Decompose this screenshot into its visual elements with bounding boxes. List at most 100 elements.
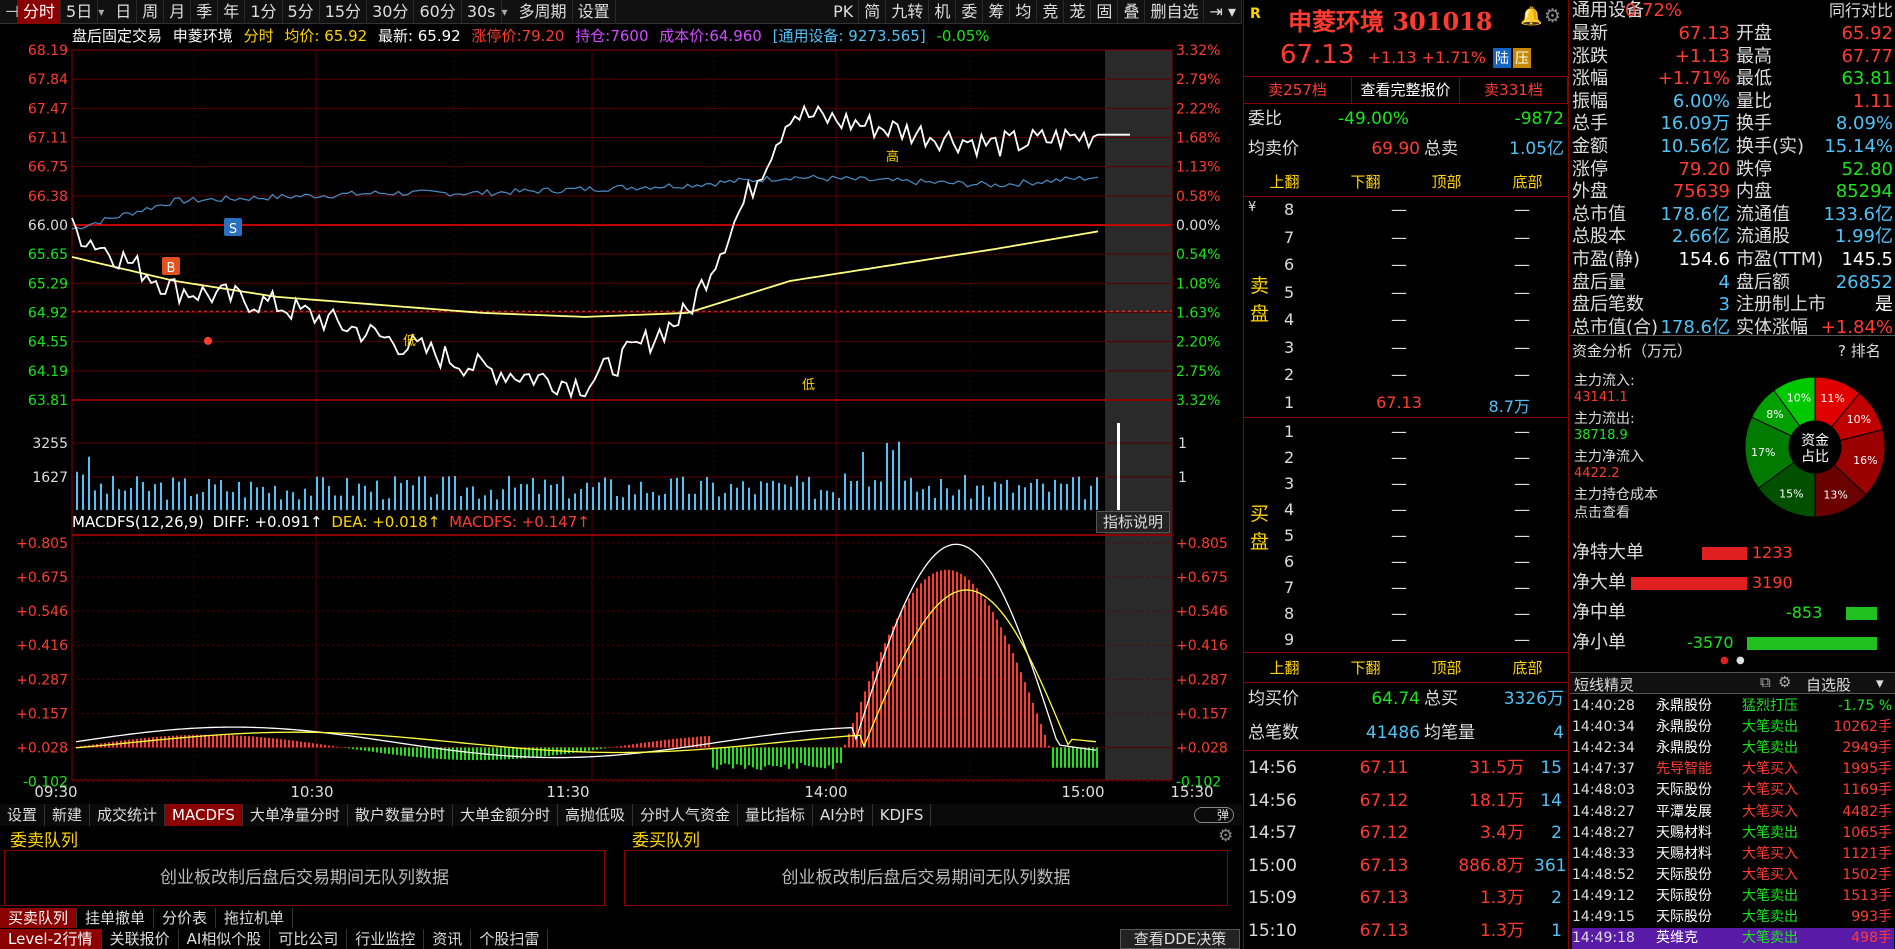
- period-tab[interactable]: 日: [110, 0, 138, 24]
- toolbar-tool[interactable]: 九转: [886, 0, 930, 24]
- tab-indicator_tabs-2[interactable]: 成交统计: [90, 804, 166, 826]
- period-tab[interactable]: 5分: [283, 0, 320, 24]
- sprite-row[interactable]: 14:49:15 天际股份 大笔卖出 993手: [1572, 907, 1894, 928]
- sprite-row[interactable]: 14:49:12 天际股份 大笔卖出 1513手: [1572, 886, 1894, 907]
- tab-bottom_tabs2-5[interactable]: 资讯: [424, 929, 472, 949]
- gear-icon[interactable]: ⚙: [1218, 826, 1233, 846]
- sprite-row[interactable]: 14:48:52 天际股份 大笔买入 1502手: [1572, 865, 1894, 886]
- toolbar-tool[interactable]: PK: [828, 0, 860, 24]
- tab-indicator_tabs-4[interactable]: 大单净量分时: [243, 804, 348, 826]
- tab-indicator_tabs-7[interactable]: 高抛低吸: [558, 804, 633, 826]
- toolbar-tool[interactable]: 竞: [1037, 0, 1065, 24]
- order-level[interactable]: 5 — —: [1244, 283, 1568, 309]
- tab-indicator_tabs-11[interactable]: KDJFS: [873, 804, 932, 826]
- period-tab[interactable]: 5日: [61, 0, 99, 24]
- sprite-row[interactable]: 14:48:03 天际股份 大笔买入 1169手: [1572, 780, 1894, 801]
- tab-bottom_tabs2-4[interactable]: 行业监控: [347, 929, 425, 949]
- sprite-row[interactable]: 14:48:27 平潭发展 大笔买入 4482手: [1572, 802, 1894, 823]
- toolbar-tool[interactable]: 均: [1010, 0, 1038, 24]
- nav-page-up[interactable]: 上翻: [1244, 170, 1325, 194]
- sprite-filter[interactable]: 自选股: [1806, 674, 1851, 695]
- left-dock-icon[interactable]: ⊣: [0, 0, 19, 24]
- order-level[interactable]: 6 — —: [1244, 255, 1568, 281]
- nav-bottom-2[interactable]: 底部: [1487, 656, 1568, 680]
- toolbar-tool[interactable]: 茏: [1064, 0, 1092, 24]
- tab-bottom_tabs1-1[interactable]: 挂单撤单: [77, 908, 155, 928]
- tab-bottom_tabs1-0[interactable]: 买卖队列: [0, 908, 78, 928]
- sell-levels-button[interactable]: 卖257档: [1244, 77, 1352, 103]
- sprite-row[interactable]: 14:47:37 先导智能 大笔买入 1995手: [1572, 759, 1894, 780]
- order-level[interactable]: 2 — —: [1244, 448, 1568, 474]
- order-level[interactable]: 4 — —: [1244, 500, 1568, 526]
- sprite-row[interactable]: 14:48:27 天赐材料 大笔卖出 1065手: [1572, 823, 1894, 844]
- nav-page-down-2[interactable]: 下翻: [1325, 656, 1406, 680]
- tab-bottom_tabs2-2[interactable]: AI相似个股: [179, 929, 271, 949]
- nav-page-down[interactable]: 下翻: [1325, 170, 1406, 194]
- main-cost-link[interactable]: 点击查看: [1574, 502, 1630, 522]
- tab-bottom_tabs2-1[interactable]: 关联报价: [102, 929, 179, 949]
- tab-bottom_tabs2-0[interactable]: Level-2行情: [0, 929, 102, 949]
- period-tab[interactable]: 1分: [245, 0, 283, 24]
- tab-indicator_tabs-0[interactable]: 设置: [0, 804, 46, 826]
- toolbar-tool[interactable]: 委: [956, 0, 984, 24]
- intraday-chart[interactable]: 68.19 3.32% 67.84 2.79% 67.47 2.22% 67.11 1.68%…: [0, 25, 1242, 804]
- order-level[interactable]: 4 — —: [1244, 310, 1568, 336]
- tab-indicator_tabs-8[interactable]: 分时人气资金: [633, 804, 738, 826]
- tab-bottom_tabs1-2[interactable]: 分价表: [154, 908, 217, 928]
- period-tab[interactable]: 月: [164, 0, 192, 24]
- sprite-row[interactable]: 14:48:33 天赐材料 大笔买入 1121手: [1572, 844, 1894, 865]
- dde-decision-button[interactable]: 查看DDE决策: [1120, 929, 1240, 949]
- period-tab[interactable]: 15分: [320, 0, 368, 24]
- nav-top[interactable]: 顶部: [1406, 170, 1487, 194]
- settings-gear-icon[interactable]: ⚙: [1544, 5, 1561, 27]
- sprite-gear-icon[interactable]: ⚙: [1778, 673, 1791, 691]
- toolbar-tool[interactable]: 固: [1091, 0, 1119, 24]
- nav-bottom[interactable]: 底部: [1487, 170, 1568, 194]
- sprite-expand-icon[interactable]: ⧉: [1760, 673, 1771, 691]
- page-dot-active[interactable]: ●: [1720, 655, 1729, 666]
- tab-bottom_tabs2-3[interactable]: 可比公司: [270, 929, 348, 949]
- popup-toggle[interactable]: 弹: [1194, 807, 1234, 823]
- period-tab[interactable]: 年: [218, 0, 246, 24]
- toolbar-tool[interactable]: 删自选: [1145, 0, 1205, 24]
- sprite-row[interactable]: 14:40:28 永鼎股份 猛烈打压 -1.75 %: [1572, 696, 1894, 717]
- period-tab[interactable]: 季: [191, 0, 219, 24]
- order-level[interactable]: 1 — —: [1244, 422, 1568, 448]
- export-icon[interactable]: ⇥ ▾: [1204, 0, 1242, 24]
- chevron-down-icon[interactable]: ▾: [98, 5, 104, 19]
- tab-indicator_tabs-9[interactable]: 量比指标: [738, 804, 813, 826]
- order-level[interactable]: 3 — —: [1244, 338, 1568, 364]
- period-tab[interactable]: 多周期: [514, 0, 573, 24]
- period-tab[interactable]: 分时: [18, 0, 62, 24]
- toolbar-tool[interactable]: 叠: [1118, 0, 1146, 24]
- tab-indicator_tabs-5[interactable]: 散户数量分时: [348, 804, 453, 826]
- tab-indicator_tabs-1[interactable]: 新建: [45, 804, 91, 826]
- order-level[interactable]: 3 — —: [1244, 474, 1568, 500]
- order-level[interactable]: 6 — —: [1244, 552, 1568, 578]
- fund-rank-link[interactable]: ? 排名: [1838, 340, 1881, 361]
- period-tab[interactable]: 30s: [462, 0, 502, 24]
- period-tab[interactable]: 周: [137, 0, 165, 24]
- order-level[interactable]: 1 67.13 8.7万: [1244, 393, 1568, 419]
- toolbar-tool[interactable]: 机: [929, 0, 957, 24]
- nav-page-up-2[interactable]: 上翻: [1244, 656, 1325, 680]
- tab-indicator_tabs-10[interactable]: AI分时: [813, 804, 873, 826]
- buy-levels-button[interactable]: 卖331档: [1460, 77, 1568, 103]
- full-quote-button[interactable]: 查看完整报价: [1352, 77, 1460, 103]
- sprite-row[interactable]: 14:40:34 永鼎股份 大笔卖出 10262手: [1572, 717, 1894, 738]
- indicator-explain-button[interactable]: 指标说明: [1096, 511, 1170, 533]
- bell-icon[interactable]: 🔔: [1520, 6, 1542, 27]
- order-level[interactable]: 8 — —: [1244, 200, 1568, 226]
- toolbar-tool[interactable]: 简: [859, 0, 887, 24]
- order-level[interactable]: 2 — —: [1244, 365, 1568, 391]
- order-level[interactable]: 8 — —: [1244, 604, 1568, 630]
- sprite-row[interactable]: 14:42:34 永鼎股份 大笔卖出 2949手: [1572, 738, 1894, 759]
- period-tab[interactable]: 60分: [414, 0, 462, 24]
- tab-bottom_tabs1-3[interactable]: 拖拉机单: [216, 908, 294, 928]
- page-dot[interactable]: ●: [1736, 655, 1745, 666]
- period-tab[interactable]: 设置: [573, 0, 616, 24]
- toolbar-tool[interactable]: 筹: [983, 0, 1011, 24]
- order-level[interactable]: 5 — —: [1244, 526, 1568, 552]
- nav-top-2[interactable]: 顶部: [1406, 656, 1487, 680]
- chevron-down-icon[interactable]: ▾: [502, 5, 508, 19]
